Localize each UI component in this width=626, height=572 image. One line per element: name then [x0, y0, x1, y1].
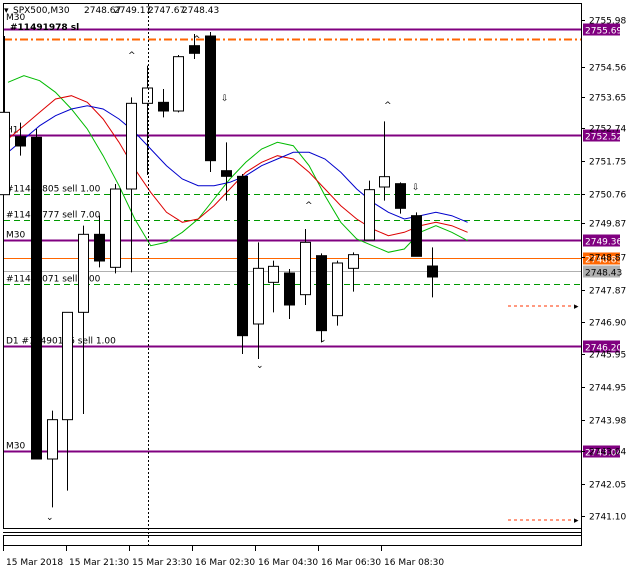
- arrow-up-1: ^: [128, 51, 136, 61]
- candle-body-10: [158, 101, 169, 112]
- x-tick-label-6: 16 Mar 08:30: [384, 558, 444, 568]
- candle-body-8: [126, 102, 137, 190]
- candle-body-9: [142, 87, 153, 104]
- header-close: 2748.43: [182, 6, 219, 16]
- arrow-up-2: ^: [193, 35, 201, 45]
- candle-body-19: [300, 241, 311, 296]
- candle-body-15: [237, 175, 248, 337]
- y-tick-label-10: 2745.95: [589, 351, 626, 361]
- target-arrowhead-1: ▸: [574, 302, 579, 312]
- candle-body-4: [62, 311, 73, 421]
- sell-arrow-2: ⇩: [412, 183, 420, 193]
- y-tick-label-1: 2754.56: [589, 64, 626, 74]
- level-tag-3: #11491805 sell 1.00: [6, 185, 101, 195]
- level-tag-5: M30: [6, 231, 25, 241]
- x-tick-label-0: 15 Mar 2018: [6, 558, 63, 568]
- y-tick-label-5: 2750.76: [589, 191, 626, 201]
- candle-body-17: [268, 265, 279, 283]
- candle-body-12: [189, 45, 200, 54]
- arrow-down-1: ⌄: [46, 513, 54, 523]
- subwindow-strip: [3, 535, 582, 546]
- price-label-0: 2755.69: [585, 27, 622, 37]
- candle-body-13: [205, 35, 216, 162]
- candle-body-20: [316, 255, 327, 332]
- y-tick-label-12: 2743.98: [589, 417, 626, 427]
- sell-arrow-1: ⇩: [221, 94, 229, 104]
- candle-body-6: [94, 233, 105, 262]
- arrow-down-3: ⌄: [319, 335, 327, 345]
- candle-body-3: [47, 419, 58, 460]
- candle-body-25: [395, 183, 406, 209]
- x-tick-label-2: 15 Mar 23:30: [132, 558, 192, 568]
- y-tick-label-3: 2752.74: [589, 125, 626, 135]
- order-ticket-label: #11491978 sl: [10, 23, 79, 33]
- candle-body-11: [173, 56, 184, 112]
- candle-body-1: [15, 136, 26, 147]
- y-tick-label-13: 2743.04: [589, 448, 626, 458]
- price-label-5: 2749.36: [585, 238, 622, 248]
- candle-body-27: [427, 265, 438, 278]
- target-arrowhead-2: ▸: [574, 516, 579, 526]
- price-chart[interactable]: 2755.69H12752.52#11491805 sell 1.00#1149…: [0, 0, 626, 572]
- price-label-7: 2748.43: [585, 269, 622, 279]
- y-tick-label-6: 2749.87: [589, 220, 626, 230]
- arrow-up-3: ^: [305, 201, 313, 211]
- candle-body-24: [379, 176, 390, 188]
- candle-body-7: [110, 188, 121, 268]
- x-tick-label-1: 15 Mar 21:30: [69, 558, 129, 568]
- x-tick-label-3: 16 Mar 02:30: [195, 558, 255, 568]
- y-tick-label-7: 2748.87: [589, 254, 626, 264]
- level-tag-10: M30: [6, 442, 25, 452]
- candle-body-2: [31, 136, 42, 460]
- x-tick-label-5: 16 Mar 06:30: [321, 558, 381, 568]
- candle-body-23: [364, 189, 375, 241]
- y-tick-label-15: 2741.10: [589, 513, 626, 523]
- plot-frame: [3, 3, 582, 529]
- y-tick-label-9: 2746.90: [589, 319, 626, 329]
- level-tag-4: #11491777 sell 7.00: [6, 211, 101, 221]
- candle-body-22: [348, 254, 359, 269]
- y-tick-label-4: 2751.75: [589, 158, 626, 168]
- arrow-up-4: ^: [384, 101, 392, 111]
- candle-body-14: [221, 170, 232, 177]
- y-tick-label-11: 2744.95: [589, 384, 626, 394]
- header-low: 2747.67: [148, 6, 185, 16]
- level-tag-9: D1 #11490176 sell 1.00: [6, 337, 116, 347]
- candle-body-5: [78, 233, 89, 313]
- candle-body-16: [253, 267, 264, 325]
- y-tick-label-2: 2753.65: [589, 94, 626, 104]
- y-tick-label-14: 2742.05: [589, 481, 626, 491]
- y-tick-label-0: 2755.98: [589, 17, 626, 27]
- x-tick-label-4: 16 Mar 04:30: [258, 558, 318, 568]
- candle-body-21: [332, 262, 343, 317]
- candle-body-26: [411, 215, 422, 257]
- header-high: 2749.17: [114, 6, 151, 16]
- candle-body-18: [284, 272, 295, 306]
- timeframe-tag-top: M30: [6, 13, 25, 23]
- candle-body-0: [0, 111, 10, 196]
- arrow-down-2: ⌄: [256, 361, 264, 371]
- y-tick-label-8: 2747.87: [589, 287, 626, 297]
